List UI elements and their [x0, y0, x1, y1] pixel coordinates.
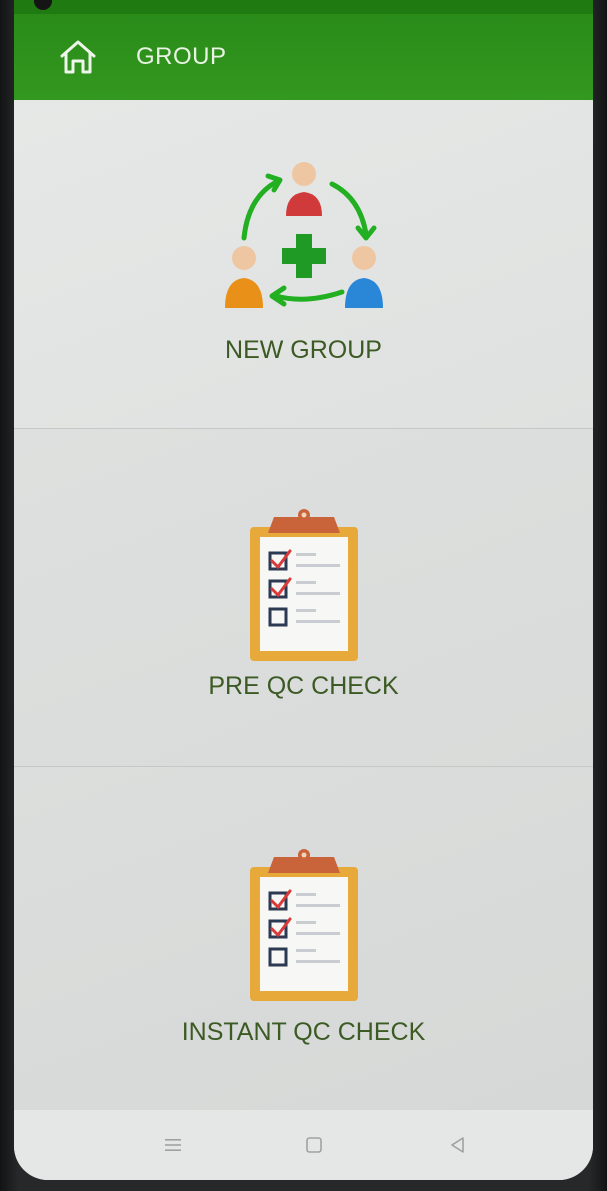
home-nav-button[interactable] [294, 1130, 334, 1160]
pre-qc-check-tile[interactable]: PRE QC CHECK [14, 429, 593, 766]
back-nav-button[interactable] [438, 1130, 478, 1160]
app-bar: GROUP [14, 14, 593, 100]
new-group-icon [224, 162, 383, 308]
recent-apps-button[interactable] [153, 1130, 193, 1160]
screen: GROUP NEW GROUP PRE QC CHECK INSTANT QC … [14, 0, 593, 1180]
clipboard-checklist-icon [249, 509, 358, 661]
new-group-tile[interactable]: NEW GROUP [14, 100, 593, 428]
instant-qc-check-tile[interactable]: INSTANT QC CHECK [14, 767, 593, 1110]
phone-frame: GROUP NEW GROUP PRE QC CHECK INSTANT QC … [0, 0, 607, 1191]
front-camera [34, 0, 52, 10]
clipboard-checklist-icon [249, 849, 358, 1001]
system-nav-bar [14, 1110, 593, 1180]
menu-icon [165, 1139, 181, 1151]
triangle-back-icon [451, 1137, 464, 1153]
new-group-label: NEW GROUP [225, 336, 382, 364]
instant-qc-check-label: INSTANT QC CHECK [181, 1018, 426, 1046]
home-icon [60, 40, 96, 74]
square-home-icon [306, 1137, 322, 1153]
status-bar [14, 0, 593, 14]
home-button[interactable] [50, 29, 106, 85]
app-title: GROUP [136, 43, 227, 70]
pre-qc-check-label: PRE QC CHECK [208, 672, 399, 700]
